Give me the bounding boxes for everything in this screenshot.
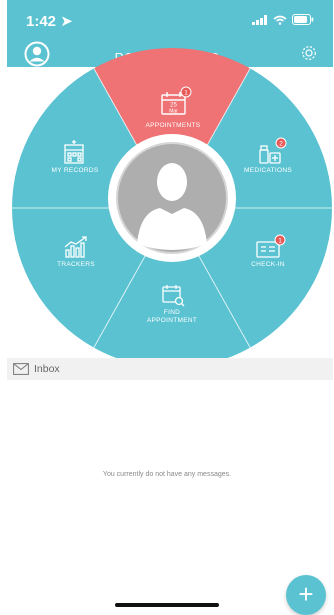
find-appointment-label-line2: APPOINTMENT [147, 317, 197, 324]
my-records-label: MY RECORDS [52, 167, 99, 174]
trackers-label: TRACKERS [57, 261, 95, 268]
check-in-label: CHECK-IN [251, 261, 285, 268]
appointments-badge-count: 1 [184, 89, 188, 96]
medications-label: MEDICATIONS [244, 167, 292, 174]
find-appointment-label-line1: FIND [164, 309, 180, 316]
empty-inbox-message: You currently do not have any messages. [102, 471, 232, 478]
add-button[interactable]: + [286, 575, 326, 615]
medications-badge-count: 2 [279, 140, 283, 147]
radial-menu: 25 Mar 1 APPOINTMENTS 2 MEDICATIONS 1 CH… [11, 47, 332, 369]
add-button-label: + [298, 579, 314, 609]
inbox-header[interactable]: Inbox [7, 358, 333, 380]
check-in-badge-count: 1 [278, 237, 282, 244]
inbox-label: Inbox [34, 363, 60, 375]
home-indicator [115, 603, 219, 607]
envelope-icon [13, 363, 29, 375]
appointments-label: APPOINTMENTS [146, 122, 201, 129]
calendar-month: Mar [169, 109, 178, 115]
